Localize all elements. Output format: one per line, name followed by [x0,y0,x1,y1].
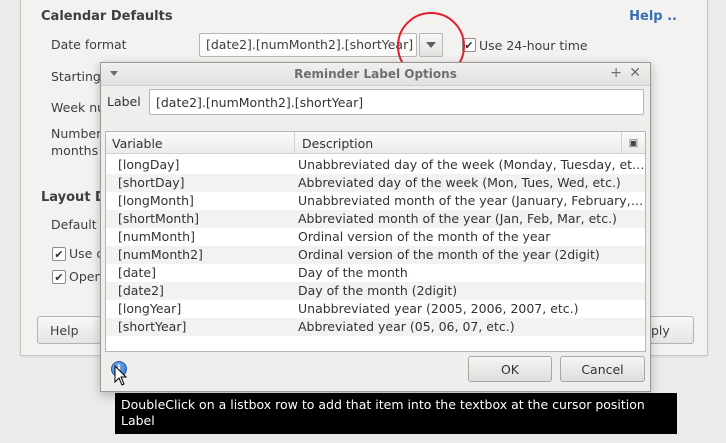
cancel-button-label: Cancel [581,361,624,377]
label-caption: Label [107,94,141,109]
ok-button[interactable]: OK [468,356,552,382]
ok-button-label: OK [500,361,520,377]
column-divider[interactable] [294,132,295,154]
tooltip-line-1: DoubleClick on a listbox row to add that… [121,397,645,412]
help-button[interactable]: Help [37,316,101,344]
row-description: Unabbreviated year (2005, 2006, 2007, et… [298,301,579,316]
list-row[interactable]: [shortMonth] Abbreviated month of the yea… [106,210,645,228]
row-description: Ordinal version of the month of the year… [298,247,600,262]
row-variable: [shortDay] [118,175,185,190]
open-checkbox[interactable]: ✔ [52,270,66,284]
open-checkbox-label: Open [69,269,103,284]
tooltip-line-2: Label [121,413,155,428]
column-header-variable[interactable]: Variable [112,136,163,151]
row-description: Unabbreviated month of the year (January… [298,193,645,208]
column-header-description[interactable]: Description [302,136,373,151]
list-row[interactable]: [numMonth] Ordinal version of the month o… [106,228,645,246]
row-variable: [longDay] [118,157,180,172]
help-button-label: Help [50,322,79,338]
date-format-combo[interactable]: [date2].[numMonth2].[shortYear] [199,33,417,57]
date-format-label: Date format [51,37,127,52]
row-variable: [longYear] [118,301,182,316]
row-description: Abbreviated day of the week (Mon, Tues, … [298,175,621,190]
week-label: Week nu [51,100,106,115]
use-24h-label: Use 24-hour time [479,38,588,53]
row-variable: [numMonth] [118,229,195,244]
list-row[interactable]: [shortDay] Abbreviated day of the week (M… [106,174,645,192]
variables-listbox[interactable]: Variable Description ▣ [longDay] Unabbrev… [105,131,646,352]
row-variable: [shortYear] [118,319,187,334]
list-row[interactable]: [longDay] Unabbreviated day of the week (… [106,156,645,174]
row-variable: [date2] [118,283,164,298]
list-header: Variable Description ▣ [106,132,645,154]
row-description: Ordinal version of the month of the year [298,229,551,244]
column-chooser-icon[interactable]: ▣ [621,132,645,154]
dialog-titlebar[interactable]: Reminder Label Options + ✕ [101,63,650,86]
starting-label: Starting [51,69,101,84]
row-variable: [longMonth] [118,193,194,208]
label-input[interactable] [149,89,644,115]
tooltip: DoubleClick on a listbox row to add that… [115,393,677,434]
checkbox-checked-icon: ✔ [464,38,474,52]
apply-button-label: ply [651,322,670,338]
row-description: Abbreviated month of the year (Jan, Feb,… [298,211,617,226]
list-row[interactable]: [longMonth] Unabbreviated month of the ye… [106,192,645,210]
calendar-defaults-title: Calendar Defaults [41,9,173,24]
list-row[interactable]: [date] Day of the month [106,264,645,282]
row-variable: [date] [118,265,156,280]
list-row[interactable]: [shortYear] Abbreviated year (05, 06, 07,… [106,318,645,336]
row-description: Day of the month [298,265,408,280]
row-variable: [shortMonth] [118,211,200,226]
row-variable: [numMonth2] [118,247,203,262]
use-checkbox-label: Use c [69,246,104,261]
list-row[interactable]: [numMonth2] Ordinal version of the month … [106,246,645,264]
use-checkbox[interactable]: ✔ [52,247,66,261]
row-description: Day of the month (2digit) [298,283,458,298]
list-row[interactable]: [date2] Day of the month (2digit) [106,282,645,300]
list-row[interactable]: [longYear] Unabbreviated year (2005, 2006… [106,300,645,318]
mouse-pointer-icon [114,365,128,386]
pin-icon[interactable]: + [610,65,622,81]
checkbox-checked-icon: ✔ [54,270,64,284]
checkbox-checked-icon: ✔ [54,247,64,261]
help-link[interactable]: Help .. [629,9,677,24]
number-label: Number [51,126,102,141]
row-description: Unabbreviated day of the week (Monday, T… [298,157,645,172]
row-description: Abbreviated year (05, 06, 07, etc.) [298,319,515,334]
reminder-label-options-dialog: Reminder Label Options + ✕ Label Variabl… [100,62,651,392]
dialog-title: Reminder Label Options [294,67,457,81]
close-icon[interactable]: ✕ [629,65,641,81]
cancel-button[interactable]: Cancel [560,356,645,382]
months-label: months [51,143,99,158]
